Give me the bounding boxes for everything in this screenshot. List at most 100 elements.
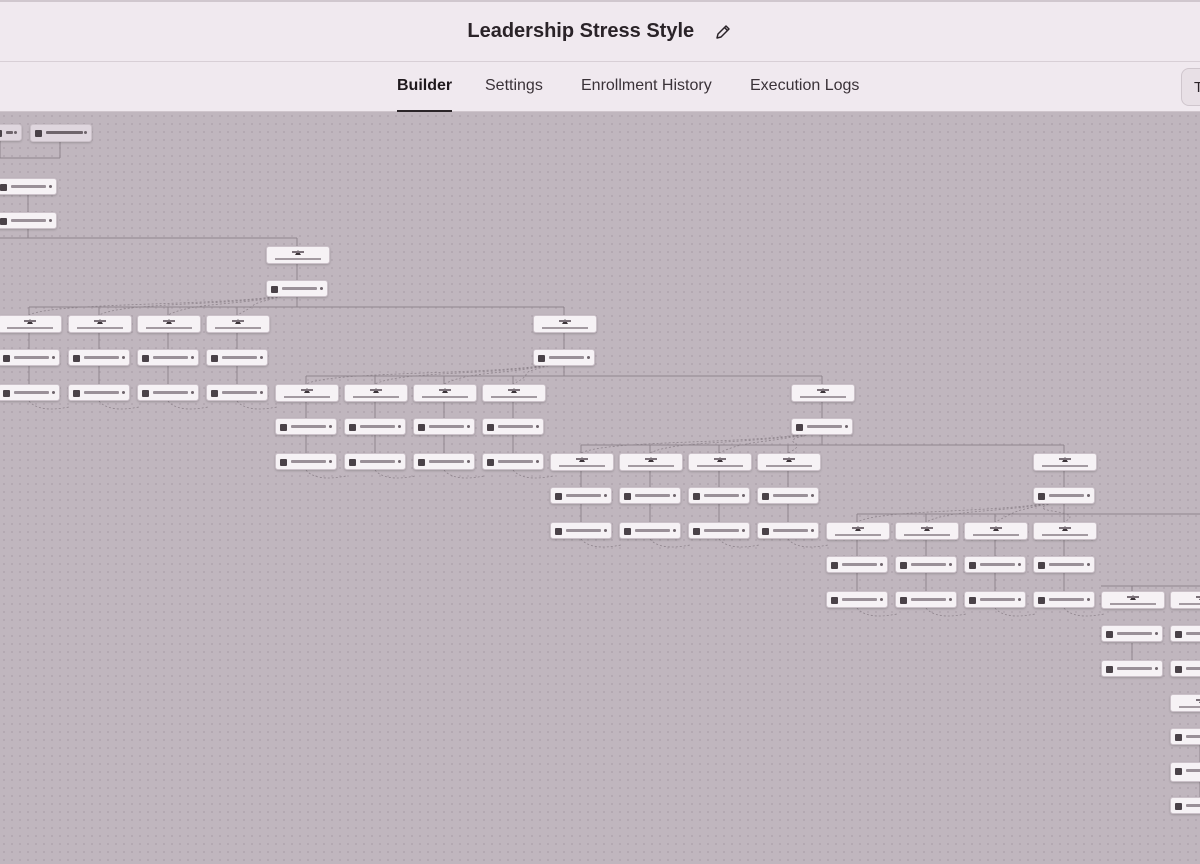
- branch-node[interactable]: [0, 315, 62, 333]
- node-menu-icon[interactable]: [845, 425, 848, 428]
- action-node[interactable]: [757, 487, 819, 504]
- node-menu-icon[interactable]: [673, 529, 676, 532]
- action-node[interactable]: [533, 349, 595, 366]
- branch-node[interactable]: [1170, 591, 1200, 609]
- action-node[interactable]: [895, 591, 957, 608]
- node-menu-icon[interactable]: [14, 131, 17, 134]
- action-node[interactable]: [275, 453, 337, 470]
- node-menu-icon[interactable]: [320, 287, 323, 290]
- action-node[interactable]: [413, 418, 475, 435]
- action-node[interactable]: [688, 487, 750, 504]
- action-node[interactable]: [413, 453, 475, 470]
- node-menu-icon[interactable]: [329, 425, 332, 428]
- action-node[interactable]: [550, 522, 612, 539]
- condition-node[interactable]: [533, 315, 597, 333]
- action-node[interactable]: [275, 418, 337, 435]
- action-node[interactable]: [964, 556, 1026, 573]
- action-node[interactable]: [688, 522, 750, 539]
- node-menu-icon[interactable]: [1155, 667, 1158, 670]
- action-node[interactable]: [344, 453, 406, 470]
- branch-node[interactable]: [895, 522, 959, 540]
- action-node[interactable]: [137, 384, 199, 401]
- node-menu-icon[interactable]: [260, 391, 263, 394]
- action-node[interactable]: [68, 349, 130, 366]
- node-menu-icon[interactable]: [191, 356, 194, 359]
- node-menu-icon[interactable]: [398, 460, 401, 463]
- condition-node[interactable]: [791, 384, 855, 402]
- node-menu-icon[interactable]: [52, 391, 55, 394]
- branch-node[interactable]: [482, 384, 546, 402]
- trigger-node[interactable]: [30, 124, 92, 142]
- node-menu-icon[interactable]: [1018, 598, 1021, 601]
- test-button[interactable]: T: [1181, 68, 1200, 106]
- node-menu-icon[interactable]: [742, 494, 745, 497]
- action-node[interactable]: [0, 349, 60, 366]
- action-node[interactable]: [1170, 625, 1200, 642]
- action-node[interactable]: [1033, 591, 1095, 608]
- action-node[interactable]: [0, 178, 57, 195]
- node-menu-icon[interactable]: [811, 529, 814, 532]
- branch-node[interactable]: [757, 453, 821, 471]
- action-node[interactable]: [1101, 660, 1163, 677]
- node-menu-icon[interactable]: [949, 563, 952, 566]
- action-node[interactable]: [0, 384, 60, 401]
- action-node[interactable]: [791, 418, 853, 435]
- action-node[interactable]: [826, 556, 888, 573]
- action-node[interactable]: [826, 591, 888, 608]
- node-menu-icon[interactable]: [880, 598, 883, 601]
- action-node[interactable]: [1101, 625, 1163, 642]
- action-node[interactable]: [1033, 556, 1095, 573]
- action-node[interactable]: [206, 349, 268, 366]
- node-menu-icon[interactable]: [1018, 563, 1021, 566]
- action-node[interactable]: [964, 591, 1026, 608]
- node-menu-icon[interactable]: [1087, 563, 1090, 566]
- node-menu-icon[interactable]: [49, 185, 52, 188]
- action-node[interactable]: [68, 384, 130, 401]
- action-node[interactable]: [757, 522, 819, 539]
- action-node[interactable]: [266, 280, 328, 297]
- workflow-canvas[interactable]: [0, 112, 1200, 864]
- tab-enrollment-history[interactable]: Enrollment History: [581, 62, 712, 112]
- branch-node[interactable]: [413, 384, 477, 402]
- action-node[interactable]: [482, 453, 544, 470]
- branch-node[interactable]: [964, 522, 1028, 540]
- node-menu-icon[interactable]: [949, 598, 952, 601]
- node-menu-icon[interactable]: [1087, 494, 1090, 497]
- tab-settings[interactable]: Settings: [485, 62, 543, 112]
- branch-node[interactable]: [1033, 522, 1097, 540]
- node-menu-icon[interactable]: [191, 391, 194, 394]
- action-node[interactable]: [1170, 660, 1200, 677]
- node-menu-icon[interactable]: [604, 529, 607, 532]
- branch-node[interactable]: [344, 384, 408, 402]
- node-menu-icon[interactable]: [122, 391, 125, 394]
- node-menu-icon[interactable]: [467, 425, 470, 428]
- action-node[interactable]: [895, 556, 957, 573]
- tab-execution-logs[interactable]: Execution Logs: [750, 62, 859, 112]
- branch-node[interactable]: [68, 315, 132, 333]
- node-menu-icon[interactable]: [811, 494, 814, 497]
- action-node[interactable]: [550, 487, 612, 504]
- branch-node[interactable]: [550, 453, 614, 471]
- trigger-node[interactable]: [0, 124, 22, 141]
- action-node[interactable]: [137, 349, 199, 366]
- pencil-icon[interactable]: [713, 22, 733, 42]
- branch-node[interactable]: [137, 315, 201, 333]
- node-menu-icon[interactable]: [260, 356, 263, 359]
- node-menu-icon[interactable]: [742, 529, 745, 532]
- condition-node[interactable]: [266, 246, 330, 264]
- condition-node[interactable]: [1033, 453, 1097, 471]
- node-menu-icon[interactable]: [587, 356, 590, 359]
- node-menu-icon[interactable]: [673, 494, 676, 497]
- action-node[interactable]: [1033, 487, 1095, 504]
- action-node[interactable]: [482, 418, 544, 435]
- node-menu-icon[interactable]: [84, 131, 87, 134]
- branch-node[interactable]: [206, 315, 270, 333]
- node-menu-icon[interactable]: [467, 460, 470, 463]
- node-menu-icon[interactable]: [880, 563, 883, 566]
- action-node[interactable]: [1170, 762, 1200, 782]
- node-menu-icon[interactable]: [329, 460, 332, 463]
- condition-node[interactable]: [1170, 694, 1200, 712]
- node-menu-icon[interactable]: [1087, 598, 1090, 601]
- node-menu-icon[interactable]: [398, 425, 401, 428]
- branch-node[interactable]: [688, 453, 752, 471]
